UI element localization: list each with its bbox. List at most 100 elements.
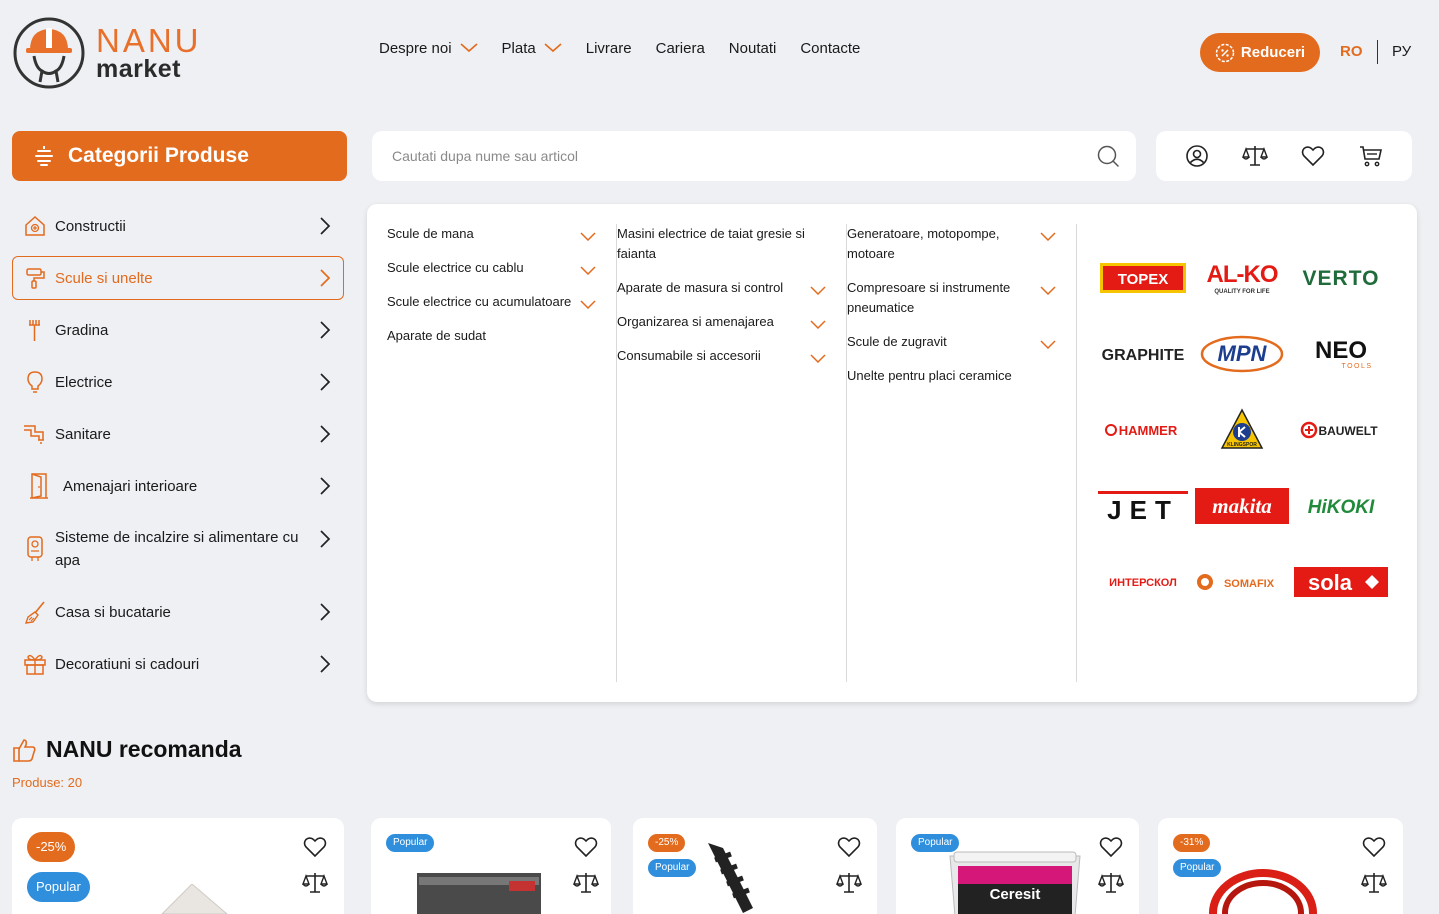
chevron-down-icon[interactable] xyxy=(580,300,596,309)
mega-link[interactable]: Aparate de masura si control xyxy=(617,278,846,298)
compare-icon[interactable] xyxy=(302,871,328,895)
sidebar-item-scule[interactable]: Scule si unelte xyxy=(12,256,344,300)
sidebar-item-decoratiuni[interactable]: Decoratiuni si cadouri xyxy=(12,642,344,686)
nav-despre-noi[interactable]: Despre noi xyxy=(379,38,478,58)
sidebar-item-sanitare[interactable]: Sanitare xyxy=(12,412,344,456)
sidebar-item-amenajari[interactable]: Amenajari interioare xyxy=(12,464,344,508)
brand-somafix[interactable]: SOMAFIX xyxy=(1194,544,1290,620)
mega-link[interactable]: Masini electrice de taiat gresie si faia… xyxy=(617,224,846,264)
mega-link[interactable]: Organizarea si amenajarea xyxy=(617,312,846,332)
lang-ro[interactable]: RO xyxy=(1340,43,1363,60)
mega-link[interactable]: Unelte pentru placi ceramice xyxy=(847,366,1076,386)
product-card[interactable]: -25% Popular xyxy=(12,818,344,914)
chevron-down-icon[interactable] xyxy=(810,286,826,295)
chevron-down-icon[interactable] xyxy=(580,266,596,275)
section-title: NANU recomanda xyxy=(12,736,242,763)
brand-tagline: TOOLS xyxy=(1341,363,1372,370)
mega-link[interactable]: Scule de mana xyxy=(387,224,616,244)
mega-link-label: Compresoare si instrumente pneumatice xyxy=(847,280,1011,315)
brand-mpn[interactable]: MPN xyxy=(1194,316,1290,392)
nav-label: Plata xyxy=(501,39,536,57)
product-card[interactable]: -31% Popular xyxy=(1158,818,1403,914)
compare-icon[interactable] xyxy=(836,871,862,895)
chevron-down-icon[interactable] xyxy=(810,354,826,363)
brand-topex[interactable]: TOPEX xyxy=(1095,240,1191,316)
compare-icon[interactable] xyxy=(573,871,599,895)
nav-plata[interactable]: Plata xyxy=(502,38,562,58)
mega-link[interactable]: Scule de zugravit xyxy=(847,332,1076,352)
categories-label: Categorii Produse xyxy=(68,144,249,167)
brand-bauwelt[interactable]: BAUWELT xyxy=(1293,392,1389,468)
sidebar-item-label: Sisteme de incalzire si alimentare cu ap… xyxy=(55,529,299,569)
chevron-right-icon xyxy=(320,269,331,287)
chevron-down-icon[interactable] xyxy=(1040,286,1056,295)
chevron-right-icon xyxy=(320,603,331,621)
categories-button[interactable]: Categorii Produse xyxy=(12,131,347,181)
nav-label: Contacte xyxy=(800,39,861,57)
brand-grid: TOPEX AL-KO QUALITY FOR LIFE VERTO GRAPHI… xyxy=(1095,240,1395,620)
compare-icon[interactable] xyxy=(1242,143,1268,169)
sidebar-item-label: Electrice xyxy=(55,373,113,391)
logo[interactable]: NANU market xyxy=(12,16,242,90)
sidebar-item-label: Amenajari interioare xyxy=(63,477,198,495)
heart-icon[interactable] xyxy=(1099,836,1123,858)
search-bar xyxy=(372,131,1136,181)
brand-alko[interactable]: AL-KO QUALITY FOR LIFE xyxy=(1194,240,1290,316)
chevron-down-icon[interactable] xyxy=(810,320,826,329)
cart-icon[interactable] xyxy=(1358,143,1384,169)
nav-contacte[interactable]: Contacte xyxy=(800,38,860,58)
sidebar-item-constructii[interactable]: Constructii xyxy=(12,204,344,248)
brand-name: GRAPHITE xyxy=(1102,347,1185,364)
chevron-down-icon[interactable] xyxy=(580,232,596,241)
sidebar-item-gradina[interactable]: Gradina xyxy=(12,308,344,352)
mega-link[interactable]: Consumabile si accesorii xyxy=(617,346,846,366)
chevron-down-icon[interactable] xyxy=(1040,340,1056,349)
brand-hikoki[interactable]: HiKOKI xyxy=(1293,468,1389,544)
brand-makita[interactable]: makita xyxy=(1194,468,1290,544)
sidebar-item-incalzire[interactable]: Sisteme de incalzire si alimentare cu ap… xyxy=(12,516,344,582)
discounts-button[interactable]: Reduceri xyxy=(1200,33,1320,72)
brand-jet[interactable]: JET xyxy=(1095,468,1191,544)
nav-label: Despre noi xyxy=(379,39,452,57)
gift-icon xyxy=(23,652,47,676)
compare-icon[interactable] xyxy=(1361,871,1387,895)
brand-neo[interactable]: NEO TOOLS xyxy=(1293,316,1389,392)
section-title-text: NANU recomanda xyxy=(46,736,242,762)
brand-graphite[interactable]: GRAPHITE xyxy=(1095,316,1191,392)
mega-link[interactable]: Scule electrice cu acumulatoare xyxy=(387,292,616,312)
product-image: Ceresit xyxy=(946,848,1084,914)
user-icon[interactable] xyxy=(1184,143,1210,169)
brand-name: KLINGSPOR xyxy=(1227,442,1257,448)
heart-icon[interactable] xyxy=(1300,143,1326,169)
chevron-right-icon xyxy=(320,373,331,391)
sidebar-item-casa[interactable]: Casa si bucatarie xyxy=(12,590,344,634)
heart-icon[interactable] xyxy=(574,836,598,858)
lang-ru[interactable]: РУ xyxy=(1392,43,1411,60)
mega-link[interactable]: Aparate de sudat xyxy=(387,326,616,346)
sidebar-item-electrice[interactable]: Electrice xyxy=(12,360,344,404)
search-input[interactable] xyxy=(392,148,1096,164)
product-card[interactable]: Popular Ceresit xyxy=(896,818,1139,914)
heart-icon[interactable] xyxy=(1362,836,1386,858)
mega-link[interactable]: Generatoare, motopompe, motoare xyxy=(847,224,1076,264)
brand-interskol[interactable]: ИНТЕРСКОЛ xyxy=(1095,544,1191,620)
brand-sola[interactable]: sola xyxy=(1293,544,1389,620)
chevron-down-icon[interactable] xyxy=(1040,232,1056,241)
brand-name: JET xyxy=(1107,495,1179,524)
mega-link[interactable]: Compresoare si instrumente pneumatice xyxy=(847,278,1076,318)
nav-noutati[interactable]: Noutati xyxy=(729,38,777,58)
nav-cariera[interactable]: Cariera xyxy=(656,38,705,58)
brand-klingspor[interactable]: KLINGSPOR xyxy=(1194,392,1290,468)
brand-verto[interactable]: VERTO xyxy=(1293,240,1389,316)
heart-icon[interactable] xyxy=(837,836,861,858)
brand-hammer[interactable]: HAMMER xyxy=(1095,392,1191,468)
brand-tagline: QUALITY FOR LIFE xyxy=(1214,289,1269,295)
compare-icon[interactable] xyxy=(1098,871,1124,895)
product-card[interactable]: Popular xyxy=(371,818,611,914)
mega-link[interactable]: Scule electrice cu cablu xyxy=(387,258,616,278)
product-card[interactable]: -25% Popular xyxy=(633,818,877,914)
search-icon[interactable] xyxy=(1096,144,1120,168)
top-nav: Despre noi Plata Livrare Cariera Noutati… xyxy=(379,38,860,58)
heart-icon[interactable] xyxy=(303,836,327,858)
nav-livrare[interactable]: Livrare xyxy=(586,38,632,58)
